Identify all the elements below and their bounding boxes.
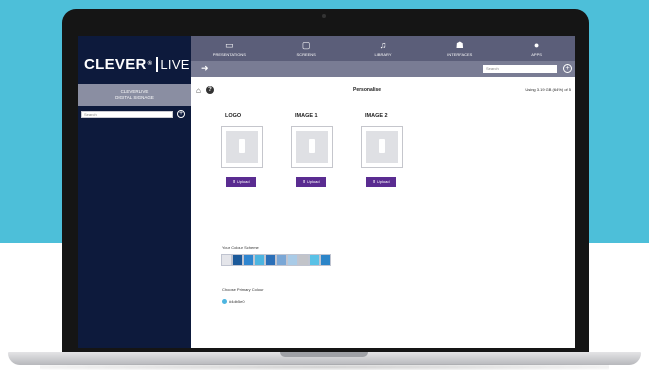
- upload-image1-button[interactable]: ⬆ Upload: [296, 177, 326, 187]
- primary-colour-radio[interactable]: [222, 299, 227, 304]
- image-title-logo: LOGO: [225, 113, 242, 119]
- upload-logo-button[interactable]: ⬆ Upload: [226, 177, 256, 187]
- image-title-image2: IMAGE 2: [365, 113, 388, 119]
- image-slot-image1: IMAGE 1 ⬆ Upload: [291, 113, 351, 187]
- nav-label-presentations: PRESENTATIONS: [212, 52, 246, 57]
- colour-scheme-label: Your Colour Scheme: [222, 245, 259, 250]
- colour-swatch-1[interactable]: [221, 254, 232, 266]
- brand-registered-mark: ®: [147, 61, 153, 67]
- colour-swatch-6[interactable]: [276, 254, 287, 266]
- home-icon[interactable]: ⌂: [196, 86, 201, 95]
- brand-logo: CLEVER ® LIVE: [84, 46, 194, 82]
- brand-suffix: LIVE: [156, 56, 194, 72]
- nav-item-screens[interactable]: ▢ SCREENS: [276, 40, 336, 57]
- primary-colour-label: Choose Primary Colour: [222, 287, 264, 292]
- image-preview-image2: [361, 126, 403, 168]
- image-placeholder-icon: [226, 131, 258, 163]
- nav-item-apps[interactable]: ● APPS: [507, 40, 567, 57]
- sidebar-search-input[interactable]: Search: [81, 111, 173, 118]
- sidebar: CLEVER ® LIVE CLEVERLIVE DIGITAL SIGNAGE…: [78, 36, 194, 348]
- organization-selector[interactable]: CLEVERLIVE DIGITAL SIGNAGE: [78, 84, 191, 106]
- image-placeholder-icon: [366, 131, 398, 163]
- presentation-icon: ▭: [225, 40, 234, 50]
- image-title-image1: IMAGE 1: [295, 113, 318, 119]
- colour-swatch-4[interactable]: [254, 254, 265, 266]
- storage-usage: Using 3.19 GB (64%) of 5: [525, 87, 571, 92]
- top-add-icon[interactable]: +: [563, 64, 572, 73]
- upload-image2-button[interactable]: ⬆ Upload: [366, 177, 396, 187]
- help-icon[interactable]: ?: [206, 86, 214, 94]
- colour-swatch-9[interactable]: [309, 254, 320, 266]
- image-slot-image2: IMAGE 2 ⬆ Upload: [361, 113, 421, 187]
- logout-icon[interactable]: ➜: [201, 63, 209, 74]
- laptop-shadow: [40, 364, 609, 370]
- primary-colour-value: #4db5e0: [229, 299, 245, 304]
- upload-image1-label: Upload: [306, 179, 320, 184]
- top-navigation: ▭ PRESENTATIONS ▢ SCREENS ♫ LIBRARY ☗ IN…: [191, 36, 575, 61]
- brand-name: CLEVER: [84, 55, 147, 73]
- colour-swatch-5[interactable]: [265, 254, 276, 266]
- upload-logo-label: Upload: [236, 179, 250, 184]
- image-preview-logo: [221, 126, 263, 168]
- apps-icon: ●: [533, 40, 540, 50]
- organization-subtitle: DIGITAL SIGNAGE: [115, 95, 154, 100]
- colour-swatch-10[interactable]: [320, 254, 331, 266]
- colour-swatch-7[interactable]: [287, 254, 298, 266]
- nav-item-library[interactable]: ♫ LIBRARY: [353, 40, 413, 57]
- laptop-base-notch: [280, 352, 368, 357]
- upload-icon: ⬆: [372, 179, 376, 184]
- image-placeholder-icon: [296, 131, 328, 163]
- main-content: ⌂ ? Personalise Using 3.19 GB (64%) of 5…: [191, 77, 575, 348]
- users-icon: ☗: [455, 40, 464, 50]
- upload-icon: ⬆: [232, 179, 236, 184]
- nav-label-library: LIBRARY: [374, 52, 392, 57]
- library-icon: ♫: [379, 40, 387, 50]
- monitor-icon: ▢: [301, 40, 311, 50]
- colour-scheme-swatches: [221, 254, 331, 266]
- colour-swatch-8[interactable]: [298, 254, 309, 266]
- nav-label-apps: APPS: [531, 52, 542, 57]
- top-search-input[interactable]: Search: [483, 65, 557, 73]
- upload-icon: ⬆: [302, 179, 306, 184]
- upload-image2-label: Upload: [376, 179, 390, 184]
- colour-swatch-3[interactable]: [243, 254, 254, 266]
- colour-swatch-2[interactable]: [232, 254, 243, 266]
- nav-label-screens: SCREENS: [296, 52, 316, 57]
- laptop-screen: CLEVER ® LIVE CLEVERLIVE DIGITAL SIGNAGE…: [78, 36, 575, 348]
- nav-item-presentations[interactable]: ▭ PRESENTATIONS: [199, 40, 259, 57]
- sub-toolbar: ➜ Search +: [191, 61, 575, 77]
- image-slot-logo: LOGO ⬆ Upload: [221, 113, 281, 187]
- camera-icon: [322, 14, 326, 18]
- sidebar-add-icon[interactable]: +: [177, 110, 185, 118]
- page-title: Personalise: [353, 87, 382, 93]
- nav-label-interfaces: INTERFACES: [447, 52, 473, 57]
- primary-colour-option[interactable]: #4db5e0: [222, 299, 245, 304]
- nav-item-interfaces[interactable]: ☗ INTERFACES: [430, 40, 490, 57]
- image-preview-image1: [291, 126, 333, 168]
